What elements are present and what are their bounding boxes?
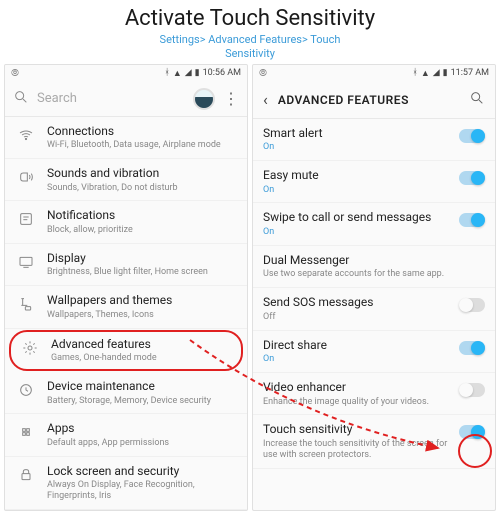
row-sub: Increase the touch sensitivity of the sc… xyxy=(263,439,449,461)
row-sub: On xyxy=(263,227,449,238)
toggle-switch[interactable] xyxy=(459,129,485,143)
feature-row[interactable]: Direct share On xyxy=(253,331,495,373)
row-sub: Battery, Storage, Memory, Device securit… xyxy=(47,396,237,407)
row-sub: On xyxy=(263,354,449,365)
status-bar: ⦾ ᚼ ▲ ◢ ▮ 10:56 AM xyxy=(5,65,247,82)
row-icon xyxy=(15,421,37,443)
row-label: Notifications xyxy=(47,208,237,224)
row-icon xyxy=(15,166,37,188)
bluetooth-icon: ᚼ xyxy=(412,68,417,78)
row-sub: Off xyxy=(263,312,449,323)
feature-row[interactable]: Video enhancer Enhance the image quality… xyxy=(253,373,495,415)
row-sub: Wi-Fi, Bluetooth, Data usage, Airplane m… xyxy=(47,140,237,151)
row-label: Lock screen and security xyxy=(47,464,237,480)
feature-row[interactable]: Send SOS messages Off xyxy=(253,288,495,330)
toggle-switch[interactable] xyxy=(459,425,485,439)
settings-row[interactable]: Display Brightness, Blue light filter, H… xyxy=(5,244,247,286)
row-sub: On xyxy=(263,185,449,196)
row-label: Easy mute xyxy=(263,168,449,184)
row-sub: Enhance the image quality of your videos… xyxy=(263,397,449,408)
back-icon[interactable]: ‹ xyxy=(263,90,268,109)
row-label: Apps xyxy=(47,421,237,437)
row-label: Advanced features xyxy=(51,337,233,353)
row-icon xyxy=(15,208,37,230)
row-icon xyxy=(19,337,41,359)
signal-icon: ◢ xyxy=(433,68,440,78)
toggle-switch[interactable] xyxy=(459,383,485,397)
settings-row[interactable]: Notifications Block, allow, prioritize xyxy=(5,201,247,243)
status-time: 11:57 AM xyxy=(451,68,489,78)
row-label: Video enhancer xyxy=(263,380,449,396)
row-label: Display xyxy=(47,251,237,267)
bluetooth-icon: ᚼ xyxy=(164,68,169,78)
search-icon[interactable] xyxy=(469,90,485,110)
row-label: Device maintenance xyxy=(47,379,237,395)
settings-row[interactable]: Lock screen and security Always On Displ… xyxy=(5,457,247,510)
battery-icon: ▮ xyxy=(443,68,448,78)
row-sub: Sounds, Vibration, Do not disturb xyxy=(47,183,237,194)
wifi-icon: ▲ xyxy=(173,68,182,79)
row-icon xyxy=(15,124,37,146)
row-sub: Brightness, Blue light filter, Home scre… xyxy=(47,267,237,278)
settings-row[interactable]: Device maintenance Battery, Storage, Mem… xyxy=(5,372,247,414)
toggle-switch[interactable] xyxy=(459,171,485,185)
row-sub: Block, allow, prioritize xyxy=(47,225,237,236)
row-label: Smart alert xyxy=(263,126,449,142)
search-input[interactable]: Search xyxy=(37,91,185,106)
feature-row[interactable]: Dual Messenger Use two separate accounts… xyxy=(253,246,495,288)
search-icon xyxy=(13,89,29,109)
feature-row[interactable]: Smart alert On xyxy=(253,119,495,161)
settings-row[interactable]: Advanced features Games, One-handed mode xyxy=(9,330,243,371)
row-label: Touch sensitivity xyxy=(263,422,449,438)
row-label: Wallpapers and themes xyxy=(47,293,237,309)
feature-row[interactable]: Touch sensitivity Increase the touch sen… xyxy=(253,415,495,468)
feature-row[interactable]: Swipe to call or send messages On xyxy=(253,203,495,245)
row-sub: Games, One-handed mode xyxy=(51,353,233,364)
status-time: 10:56 AM xyxy=(203,68,241,78)
avatar[interactable] xyxy=(193,88,215,110)
breadcrumb: Settings> Advanced Features> Touch Sensi… xyxy=(0,33,500,62)
row-icon xyxy=(15,251,37,273)
status-bar: ⦾ ᚼ ▲ ◢ ▮ 11:57 AM xyxy=(253,65,495,82)
advanced-features-screen: ⦾ ᚼ ▲ ◢ ▮ 11:57 AM ‹ ADVANCED FEATURES S… xyxy=(252,64,496,511)
row-sub: On xyxy=(263,142,449,153)
row-label: Send SOS messages xyxy=(263,295,449,311)
row-label: Sounds and vibration xyxy=(47,166,237,182)
row-sub: Always On Display, Face Recognition, Fin… xyxy=(47,480,237,502)
settings-row[interactable]: Apps Default apps, App permissions xyxy=(5,414,247,456)
row-label: Dual Messenger xyxy=(263,253,485,269)
row-label: Direct share xyxy=(263,338,449,354)
toggle-switch[interactable] xyxy=(459,298,485,312)
reddit-icon: ⦾ xyxy=(11,68,19,79)
search-bar[interactable]: Search ⋮ xyxy=(5,82,247,117)
settings-row[interactable]: Wallpapers and themes Wallpapers, Themes… xyxy=(5,286,247,328)
row-icon xyxy=(15,293,37,315)
row-sub: Default apps, App permissions xyxy=(47,438,237,449)
menu-icon[interactable]: ⋮ xyxy=(223,89,239,108)
reddit-icon: ⦾ xyxy=(259,68,267,79)
row-sub: Wallpapers, Themes, Icons xyxy=(47,310,237,321)
wifi-icon: ▲ xyxy=(421,68,430,79)
feature-row[interactable]: Easy mute On xyxy=(253,161,495,203)
row-icon xyxy=(15,379,37,401)
settings-row[interactable]: Sounds and vibration Sounds, Vibration, … xyxy=(5,159,247,201)
row-label: Swipe to call or send messages xyxy=(263,210,449,226)
row-icon xyxy=(15,464,37,486)
page-title: Activate Touch Sensitivity xyxy=(0,6,500,31)
signal-icon: ◢ xyxy=(185,68,192,78)
row-label: Connections xyxy=(47,124,237,140)
screen-title: ADVANCED FEATURES xyxy=(278,93,459,107)
row-sub: Use two separate accounts for the same a… xyxy=(263,269,485,280)
settings-screen: ⦾ ᚼ ▲ ◢ ▮ 10:56 AM Search ⋮ Connections … xyxy=(4,64,248,511)
settings-row[interactable]: Connections Wi-Fi, Bluetooth, Data usage… xyxy=(5,117,247,159)
toggle-switch[interactable] xyxy=(459,213,485,227)
battery-icon: ▮ xyxy=(195,68,200,78)
toggle-switch[interactable] xyxy=(459,341,485,355)
